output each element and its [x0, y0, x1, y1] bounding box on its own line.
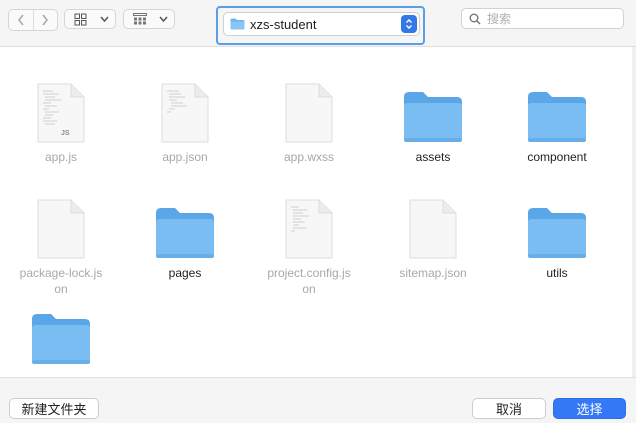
blank-document-icon [409, 199, 457, 259]
blank-document-icon [37, 199, 85, 259]
file-badge: JS [61, 130, 70, 137]
bottom-bar: 新建文件夹 取消 选择 [0, 377, 636, 423]
file-item[interactable]: pages [135, 193, 235, 281]
file-name: project.config.json [267, 266, 351, 296]
file-name: app.json [162, 150, 208, 164]
folder-icon [156, 208, 214, 258]
blank-document-icon [285, 83, 333, 143]
file-item[interactable]: sitemap.json [383, 193, 483, 281]
search-field[interactable]: 搜索 [461, 8, 624, 29]
file-name: app.js [44, 150, 78, 164]
folder-icon [404, 92, 462, 142]
file-item[interactable]: app.wxss [259, 77, 359, 165]
file-thumb [507, 193, 607, 259]
path-focus-ring: xzs-student [216, 6, 425, 45]
chevron-right-icon [42, 14, 49, 26]
scrollbar[interactable] [632, 47, 636, 377]
nav-buttons [8, 9, 58, 31]
file-thumb [259, 193, 359, 259]
file-item[interactable]: component [507, 77, 607, 165]
cancel-button[interactable]: 取消 [472, 398, 546, 419]
new-folder-button[interactable]: 新建文件夹 [9, 398, 99, 419]
forward-button[interactable] [32, 10, 58, 30]
view-mode-button[interactable] [64, 9, 116, 29]
file-name: sitemap.json [399, 266, 467, 280]
file-name: component [527, 150, 587, 164]
choose-button[interactable]: 选择 [553, 398, 626, 419]
file-name: assets [415, 150, 451, 164]
json-document-icon [161, 83, 209, 143]
back-button[interactable] [9, 10, 33, 30]
grid-view-icon [74, 13, 87, 25]
file-item[interactable]: package-lock.json [11, 193, 111, 297]
file-thumb [11, 309, 111, 365]
chevron-down-icon [100, 16, 109, 22]
file-thumb: JS [11, 77, 111, 143]
folder-icon [32, 314, 90, 364]
chevron-down-icon [159, 16, 168, 22]
js-document-icon: JS [37, 83, 85, 143]
toolbar: xzs-student 搜索 [0, 0, 636, 47]
search-placeholder: 搜索 [487, 12, 512, 26]
folder-icon [528, 92, 586, 142]
file-thumb [135, 77, 235, 143]
file-thumb [259, 77, 359, 143]
chevron-left-icon [17, 14, 24, 26]
file-item[interactable]: assets [383, 77, 483, 165]
search-icon [469, 13, 481, 25]
file-thumb [383, 77, 483, 143]
path-label: xzs-student [250, 16, 317, 32]
path-popup[interactable]: xzs-student [223, 12, 420, 36]
file-item[interactable] [11, 309, 111, 365]
file-name: app.wxss [283, 150, 335, 164]
file-item[interactable]: project.config.json [259, 193, 359, 297]
file-thumb [507, 77, 607, 143]
file-thumb [383, 193, 483, 259]
file-grid: JS app.js app.json app.wxss assets compo… [0, 47, 632, 377]
file-name: package-lock.json [19, 266, 103, 296]
file-item[interactable]: JS app.js [11, 77, 111, 165]
json-document-icon [285, 199, 333, 259]
file-thumb [11, 193, 111, 259]
file-thumb [135, 193, 235, 259]
group-mode-button[interactable] [123, 9, 175, 29]
file-name: utils [546, 266, 568, 280]
file-name: pages [168, 266, 202, 280]
folder-icon [528, 208, 586, 258]
file-item[interactable]: app.json [135, 77, 235, 165]
group-view-icon [133, 13, 147, 25]
popup-arrows-icon [401, 15, 417, 33]
folder-icon [230, 18, 245, 30]
file-item[interactable]: utils [507, 193, 607, 281]
